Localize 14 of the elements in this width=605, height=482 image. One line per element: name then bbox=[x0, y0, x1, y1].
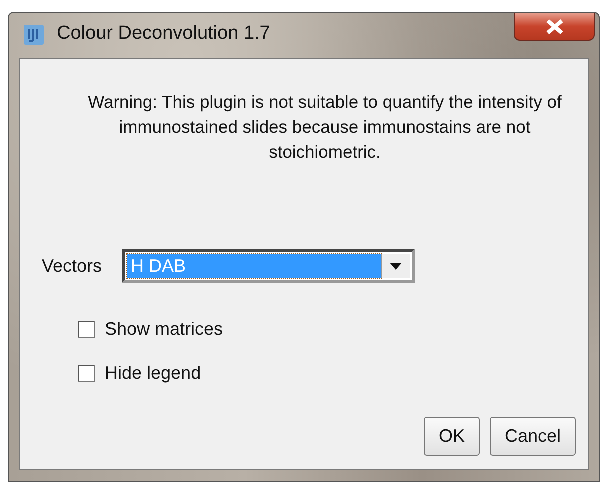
app-icon bbox=[23, 24, 45, 46]
checkbox[interactable] bbox=[78, 320, 95, 338]
dropdown-arrow-icon bbox=[390, 262, 402, 270]
dropdown-value: H DAB bbox=[127, 254, 382, 278]
close-button[interactable] bbox=[514, 13, 595, 41]
checkbox-label[interactable]: Show matrices bbox=[105, 318, 224, 340]
vectors-label: Vectors bbox=[42, 256, 102, 276]
checkbox[interactable] bbox=[78, 364, 95, 382]
close-icon bbox=[544, 18, 564, 34]
checkbox-label[interactable]: Hide legend bbox=[105, 362, 202, 384]
warning-text: Warning: This plugin is not suitable to quantify the intensity of immunostained slides because immunostains are not stoichiometric. bbox=[87, 91, 563, 164]
dialog-button[interactable]: Cancel bbox=[490, 417, 576, 456]
dialog-button[interactable]: OK bbox=[424, 417, 480, 456]
window-title: Colour Deconvolution 1.7 bbox=[57, 23, 272, 45]
